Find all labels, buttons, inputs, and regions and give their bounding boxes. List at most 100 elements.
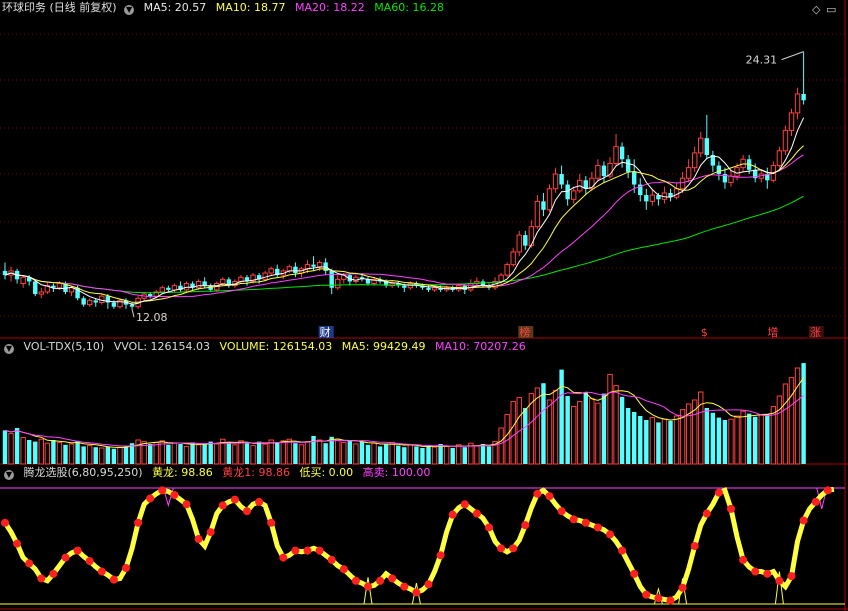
candle-body	[552, 173, 559, 190]
huanglong1-dot	[424, 580, 433, 589]
volume-bar	[171, 442, 178, 465]
volume-bar	[347, 440, 353, 464]
huanglong1-dot	[61, 553, 70, 562]
volume-bar	[27, 440, 32, 464]
candle-body	[38, 291, 44, 295]
candle-body	[559, 174, 564, 185]
high-price-label: 24.31	[746, 54, 778, 67]
candle-body	[595, 165, 601, 179]
candle-body	[510, 251, 516, 266]
candle-body	[166, 287, 171, 290]
huanglong1-dot	[436, 551, 445, 560]
expand-icon: ▭	[826, 3, 836, 16]
volume-bar	[625, 408, 631, 464]
huanglong1-dot	[606, 530, 614, 539]
candle-body	[619, 146, 625, 160]
huanglong1-dot	[267, 518, 276, 527]
huanglong1-dot	[618, 546, 627, 555]
volume-bar	[81, 446, 86, 464]
huanglong1-dot	[122, 564, 130, 573]
huanglong1-dot	[642, 590, 651, 599]
candle-body	[20, 276, 26, 285]
huanglong1-dot	[811, 497, 820, 506]
huanglong1-dot	[49, 569, 58, 578]
volume-bar	[166, 444, 171, 464]
volume-bar	[486, 446, 492, 464]
huanglong1-dot	[739, 555, 748, 564]
volume-bar	[601, 393, 607, 464]
volume-bar	[443, 445, 450, 465]
volume-bar	[353, 443, 359, 465]
huanglong1-dot	[666, 596, 675, 605]
candle-body	[782, 129, 789, 152]
huanglong1-dot	[581, 518, 590, 527]
volume-bar	[359, 441, 365, 464]
volume-bar	[794, 367, 801, 465]
ma10-line	[4, 145, 804, 303]
volume-bar	[298, 444, 305, 465]
ma20-line	[4, 154, 804, 298]
volume-bar	[480, 444, 486, 464]
volume-bar	[316, 439, 323, 465]
volume-bar	[758, 414, 764, 465]
volume-bar	[782, 383, 789, 465]
candle-body	[159, 287, 166, 293]
candle-body	[202, 281, 207, 286]
huanglong1-dot	[146, 494, 155, 503]
huanglong1-dot	[654, 594, 663, 603]
volume-bar	[275, 442, 280, 464]
huanglong1-dot	[714, 488, 723, 497]
volume-bar	[63, 444, 68, 464]
volume-bar	[226, 442, 232, 464]
volume-bar	[87, 445, 93, 465]
candle-body	[293, 266, 298, 274]
huanglong1-dot	[73, 546, 82, 555]
candle-body	[148, 294, 153, 297]
volume-bar	[20, 437, 26, 465]
volume-bar	[734, 415, 740, 465]
candle-body	[571, 190, 577, 200]
volume-bar	[546, 399, 553, 465]
volume-bar	[765, 414, 770, 464]
volume-bar	[153, 441, 159, 465]
volume-bar	[583, 392, 588, 464]
volume-bar	[262, 443, 268, 465]
volume-bar	[559, 369, 564, 464]
volume-bar	[135, 439, 141, 465]
huanglong1-dot	[194, 535, 203, 544]
volume-bar	[56, 441, 63, 465]
huanglong1-dot	[485, 523, 493, 532]
high-pointer	[781, 51, 804, 61]
volume-bar	[776, 395, 783, 465]
huanglong1-dot	[630, 569, 639, 578]
candle-body	[734, 167, 740, 177]
volume-bar	[75, 440, 80, 464]
volume-bar	[571, 405, 577, 465]
huanglong1-dot	[727, 504, 735, 513]
huanglong1-dot	[218, 501, 227, 510]
huanglong1-dot	[364, 582, 372, 591]
candle-body	[776, 150, 783, 167]
huanglong1-dot	[472, 509, 481, 518]
huanglong-line	[2, 486, 835, 604]
huanglong1-dot	[85, 557, 94, 566]
volume-bar	[656, 422, 661, 464]
volume-bar	[644, 420, 649, 464]
huanglong1-dot	[37, 574, 46, 583]
candle-body	[504, 264, 510, 276]
candle-body	[129, 304, 135, 307]
huanglong1-dot	[170, 490, 179, 499]
huanglong1-dot	[97, 567, 106, 576]
volume-bar	[304, 441, 311, 465]
volume-bar	[8, 433, 14, 465]
huanglong1-dot	[448, 510, 457, 519]
candle-body	[613, 146, 619, 164]
huanglong1-dot	[1, 518, 9, 527]
low-price-label: 12.08	[136, 311, 168, 324]
candle-body	[601, 165, 607, 177]
volume-bar	[710, 412, 716, 464]
volume-bar	[232, 444, 238, 465]
event-marker: $	[701, 326, 708, 339]
kline-chart[interactable]: 24.31 12.08 财 榜 $ 增 涨 ◇ ▭	[0, 0, 848, 611]
volume-bar	[208, 441, 213, 464]
